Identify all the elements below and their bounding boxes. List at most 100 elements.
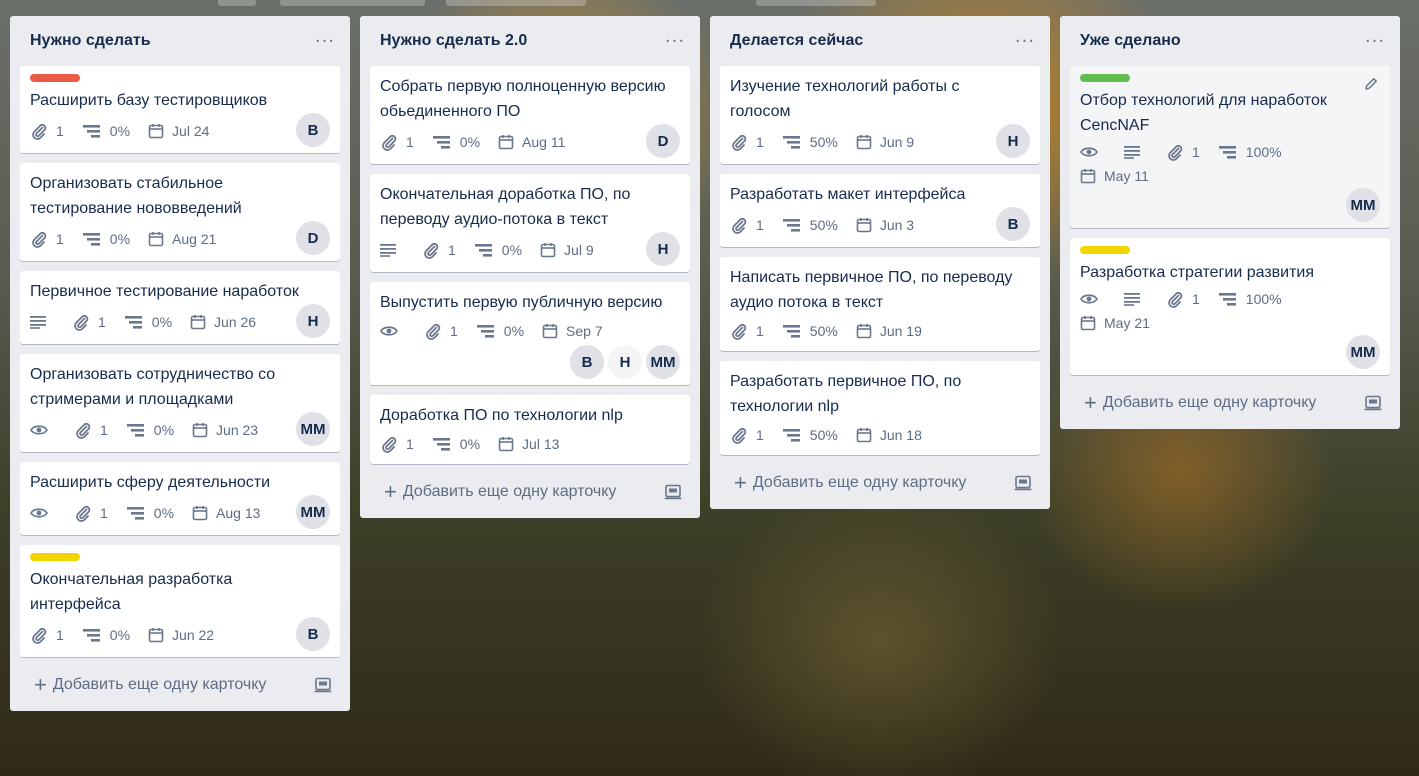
card[interactable]: Окончательная разработка интерфейса 1 0% Ju… xyxy=(20,545,340,657)
card-label-red[interactable] xyxy=(30,74,80,82)
card[interactable]: Написать первичное ПО, по переводу аудио… xyxy=(720,257,1040,351)
list-title[interactable]: Уже сделано xyxy=(1080,32,1181,50)
card[interactable]: Изучение технологий работы с голосом 1 50%… xyxy=(720,66,1040,164)
member-avatar[interactable]: MM xyxy=(296,412,330,446)
card-badges: 1 50% Jun 9 xyxy=(730,128,932,156)
checklist-badge: 0% xyxy=(432,130,480,154)
header-button[interactable] xyxy=(756,0,876,6)
list-title[interactable]: Нужно сделать 2.0 xyxy=(380,32,527,50)
member-avatar[interactable]: D xyxy=(646,124,680,158)
member-avatar[interactable]: H xyxy=(996,124,1030,158)
list-title[interactable]: Нужно сделать xyxy=(30,32,151,50)
list-menu-icon[interactable]: ··· xyxy=(1362,29,1388,53)
header-button[interactable] xyxy=(446,0,586,6)
attachments-badge: 1 xyxy=(380,130,414,154)
card[interactable]: Разработать первичное ПО, по технологии … xyxy=(720,361,1040,455)
list-menu-icon[interactable]: ··· xyxy=(662,29,688,53)
list-header[interactable]: Нужно сделать ··· xyxy=(20,16,340,66)
list-header[interactable]: Делается сейчас ··· xyxy=(720,16,1040,66)
add-card-label-wrap[interactable]: + Добавить еще одну карточку xyxy=(34,674,266,696)
due-date-badge: Jul 24 xyxy=(148,119,209,143)
add-card-label-wrap[interactable]: + Добавить еще одну карточку xyxy=(384,481,616,503)
due-date-badge: Jul 13 xyxy=(498,432,559,456)
checklist-badge: 0% xyxy=(432,432,480,456)
card[interactable]: Разработка стратегии развития 1 100% May 21… xyxy=(1070,238,1390,375)
add-card-label-wrap[interactable]: + Добавить еще одну карточку xyxy=(1084,392,1316,414)
card-members-row: MM xyxy=(1080,188,1380,222)
card-title: Организовать сотрудничество со стримерам… xyxy=(30,366,276,408)
checklist-icon xyxy=(782,323,810,339)
due-date-badge: Jun 3 xyxy=(856,213,914,237)
due-date-badge: Sep 7 xyxy=(542,319,603,343)
card-footer: 1 0% Aug 11 D xyxy=(380,124,680,158)
card-members-row: B H MM xyxy=(380,345,680,379)
list-header[interactable]: Нужно сделать 2.0 ··· xyxy=(370,16,690,66)
list-menu-icon[interactable]: ··· xyxy=(1012,29,1038,53)
card-footer: 1 50% Jun 9 H xyxy=(730,124,1030,158)
add-card-button[interactable]: + Добавить еще одну карточку xyxy=(20,667,340,703)
header-button[interactable] xyxy=(280,0,425,6)
card[interactable]: Отбор технологий для наработок CencNAF 1 1… xyxy=(1070,66,1390,228)
member-avatar[interactable]: MM xyxy=(646,345,680,379)
header-button[interactable] xyxy=(218,0,256,6)
member-avatar[interactable]: MM xyxy=(1346,335,1380,369)
member-avatar[interactable]: MM xyxy=(1346,188,1380,222)
card[interactable]: Разработать макет интерфейса 1 50% Jun 3 B xyxy=(720,174,1040,247)
card-badges: 1 100% May 11 xyxy=(1080,140,1380,188)
due-date-value: May 11 xyxy=(1104,168,1149,184)
member-avatar[interactable]: B xyxy=(570,345,604,379)
add-card-button[interactable]: + Добавить еще одну карточку xyxy=(720,465,1040,501)
due-date-value: Jul 24 xyxy=(172,123,210,139)
card[interactable]: Расширить базу тестировщиков 1 0% Jul 24 B xyxy=(20,66,340,153)
card-template-icon[interactable] xyxy=(664,484,682,500)
due-date-icon xyxy=(1080,315,1104,331)
card[interactable]: Первичное тестирование наработок 1 0% Jun 2… xyxy=(20,271,340,344)
card[interactable]: Выпустить первую публичную версию 1 0% Sep … xyxy=(370,282,690,385)
member-avatar[interactable]: B xyxy=(296,617,330,651)
list-header[interactable]: Уже сделано ··· xyxy=(1070,16,1390,66)
card-footer: 1 0% Jul 9 H xyxy=(380,232,680,266)
due-date-badge: Jul 9 xyxy=(540,238,594,262)
member-avatar[interactable]: MM xyxy=(296,495,330,529)
card-members: MM xyxy=(1346,188,1380,222)
member-avatar[interactable]: B xyxy=(996,207,1030,241)
member-avatar[interactable]: H xyxy=(608,345,642,379)
card-label-green[interactable] xyxy=(1080,74,1130,82)
due-date-value: Jun 26 xyxy=(214,314,257,330)
card-title: Расширить сферу деятельности xyxy=(30,474,271,491)
add-card-button[interactable]: + Добавить еще одну карточку xyxy=(370,474,690,510)
member-avatar[interactable]: B xyxy=(296,113,330,147)
edit-pencil-icon[interactable] xyxy=(1364,76,1378,95)
card[interactable]: Собрать первую полноценную версию обьеди… xyxy=(370,66,690,164)
attachments-badge: 1 xyxy=(424,319,458,343)
card[interactable]: Расширить сферу деятельности 1 0% Aug 13 MM xyxy=(20,462,340,535)
due-date-badge: Jun 23 xyxy=(192,418,258,442)
member-avatar[interactable]: H xyxy=(296,304,330,338)
card-title: Изучение технологий работы с голосом xyxy=(730,78,960,120)
list-title[interactable]: Делается сейчас xyxy=(730,32,863,50)
card-badges: 1 0% Jun 26 xyxy=(30,308,274,336)
attachments-value: 1 xyxy=(100,422,108,438)
card[interactable]: Организовать сотрудничество со стримерам… xyxy=(20,354,340,452)
card-label-yellow[interactable] xyxy=(30,553,80,561)
due-date-badge: Jun 26 xyxy=(190,310,256,334)
add-card-label-wrap[interactable]: + Добавить еще одну карточку xyxy=(734,472,966,494)
attachments-icon xyxy=(1166,143,1192,161)
watching-badge xyxy=(30,501,56,525)
card-template-icon[interactable] xyxy=(314,677,332,693)
checklist-icon xyxy=(474,242,502,258)
card-template-icon[interactable] xyxy=(1014,475,1032,491)
card-template-icon[interactable] xyxy=(1364,395,1382,411)
list-menu-icon[interactable]: ··· xyxy=(312,29,338,53)
card[interactable]: Доработка ПО по технологии nlp 1 0% Jul 13 xyxy=(370,395,690,464)
member-avatar[interactable]: D xyxy=(296,221,330,255)
attachments-icon xyxy=(730,216,756,234)
card[interactable]: Организовать стабильное тестирование нов… xyxy=(20,163,340,261)
card[interactable]: Окончательная доработка ПО, по переводу … xyxy=(370,174,690,272)
card-label-yellow[interactable] xyxy=(1080,246,1130,254)
add-card-button[interactable]: + Добавить еще одну карточку xyxy=(1070,385,1390,421)
member-avatar[interactable]: H xyxy=(646,232,680,266)
due-date-icon xyxy=(192,422,216,438)
due-date-icon xyxy=(856,323,880,339)
attachments-badge: 1 xyxy=(30,623,64,647)
